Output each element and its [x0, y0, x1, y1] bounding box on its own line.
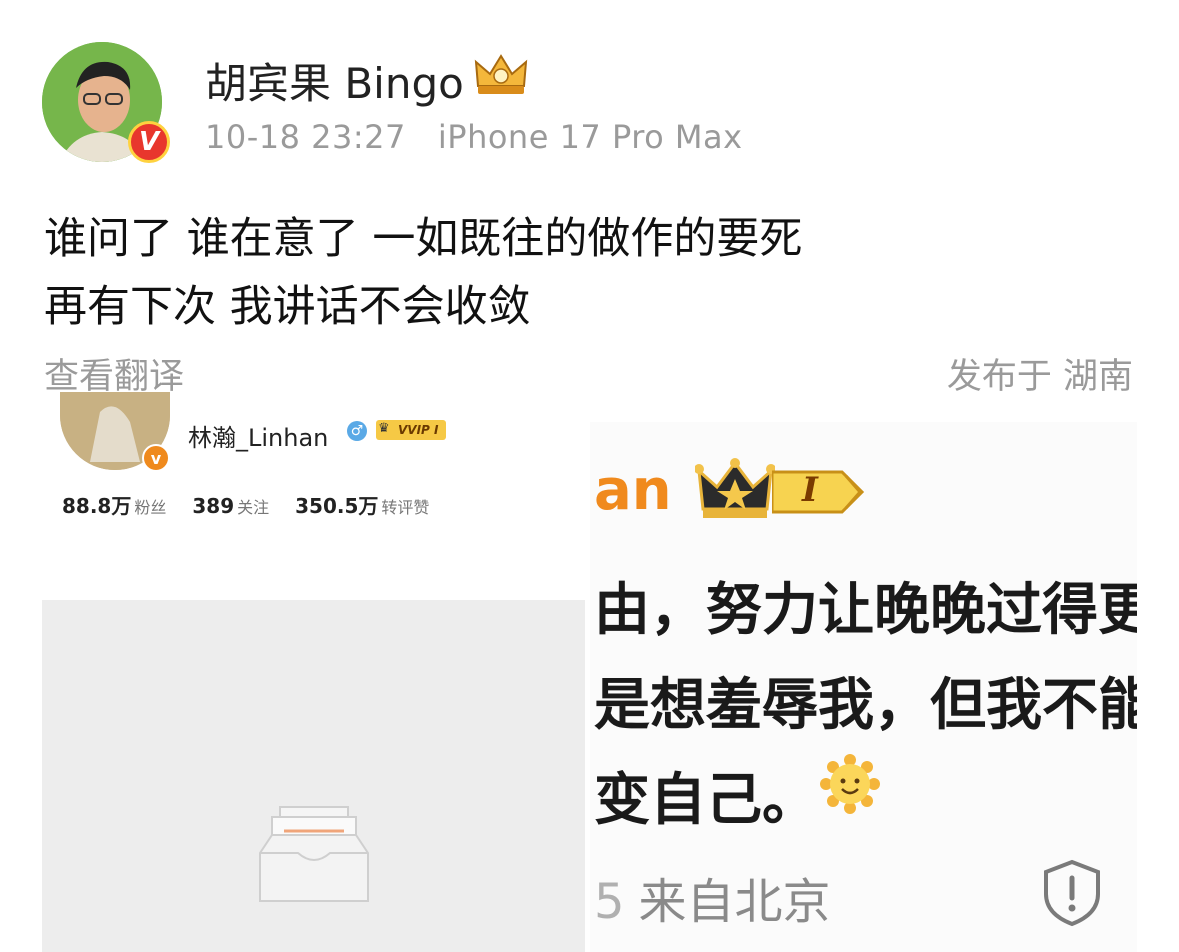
embedded-stats: 88.8万 粉丝 389 关注 350.5万 转评赞: [62, 490, 455, 519]
post-meta: 10-18 23:27 iPhone 17 Pro Max: [205, 118, 775, 156]
vvip-crown-icon: ♛: [378, 421, 390, 436]
post-line: 谁问了 谁在意了 一如既往的做作的要死: [44, 214, 803, 264]
following-count: 389: [192, 494, 235, 518]
from-location: 来自北京: [638, 874, 831, 930]
verified-badge-icon: V: [128, 121, 170, 163]
fans-count: 88.8万: [62, 494, 132, 518]
zoomed-text-line: 是想羞辱我，但我不能: [594, 673, 1137, 738]
likes-label: 转评赞: [381, 498, 430, 517]
rank-label: I: [802, 470, 818, 510]
footer-prefix: 5: [594, 874, 625, 930]
king-crown-icon: [695, 458, 775, 518]
zoomed-footer: 5 来自北京: [594, 862, 831, 932]
male-icon: ♂: [347, 421, 367, 441]
vip-crown-icon: [474, 54, 528, 94]
sun-smile-emoji-icon: [820, 754, 880, 814]
empty-inbox-icon: [259, 806, 369, 902]
zoomed-user-name-fragment: an: [594, 458, 672, 523]
post-time: 10-18 23:27: [205, 118, 406, 156]
zoomed-text-line: 变自己。: [594, 768, 814, 833]
rank-tag: I: [770, 466, 866, 518]
location-label: 发布于 湖南: [946, 357, 1133, 397]
report-shield-icon[interactable]: [1040, 858, 1104, 928]
post-device: iPhone 17 Pro Max: [437, 118, 743, 156]
embedded-user-name: 林瀚_Linhan: [188, 424, 329, 452]
fans-label: 粉丝: [134, 498, 167, 517]
post-line: 再有下次 我讲话不会收敛: [44, 282, 531, 332]
author-name[interactable]: 胡宾果 Bingo: [205, 50, 464, 111]
likes-count: 350.5万: [295, 494, 379, 518]
following-label: 关注: [237, 498, 270, 517]
zoomed-text-line: 由，努力让晚晚过得更: [594, 578, 1137, 643]
embedded-verified-icon: v: [142, 444, 170, 472]
post-body: 谁问了 谁在意了 一如既往的做作的要死 再有下次 我讲话不会收敛: [44, 205, 802, 341]
